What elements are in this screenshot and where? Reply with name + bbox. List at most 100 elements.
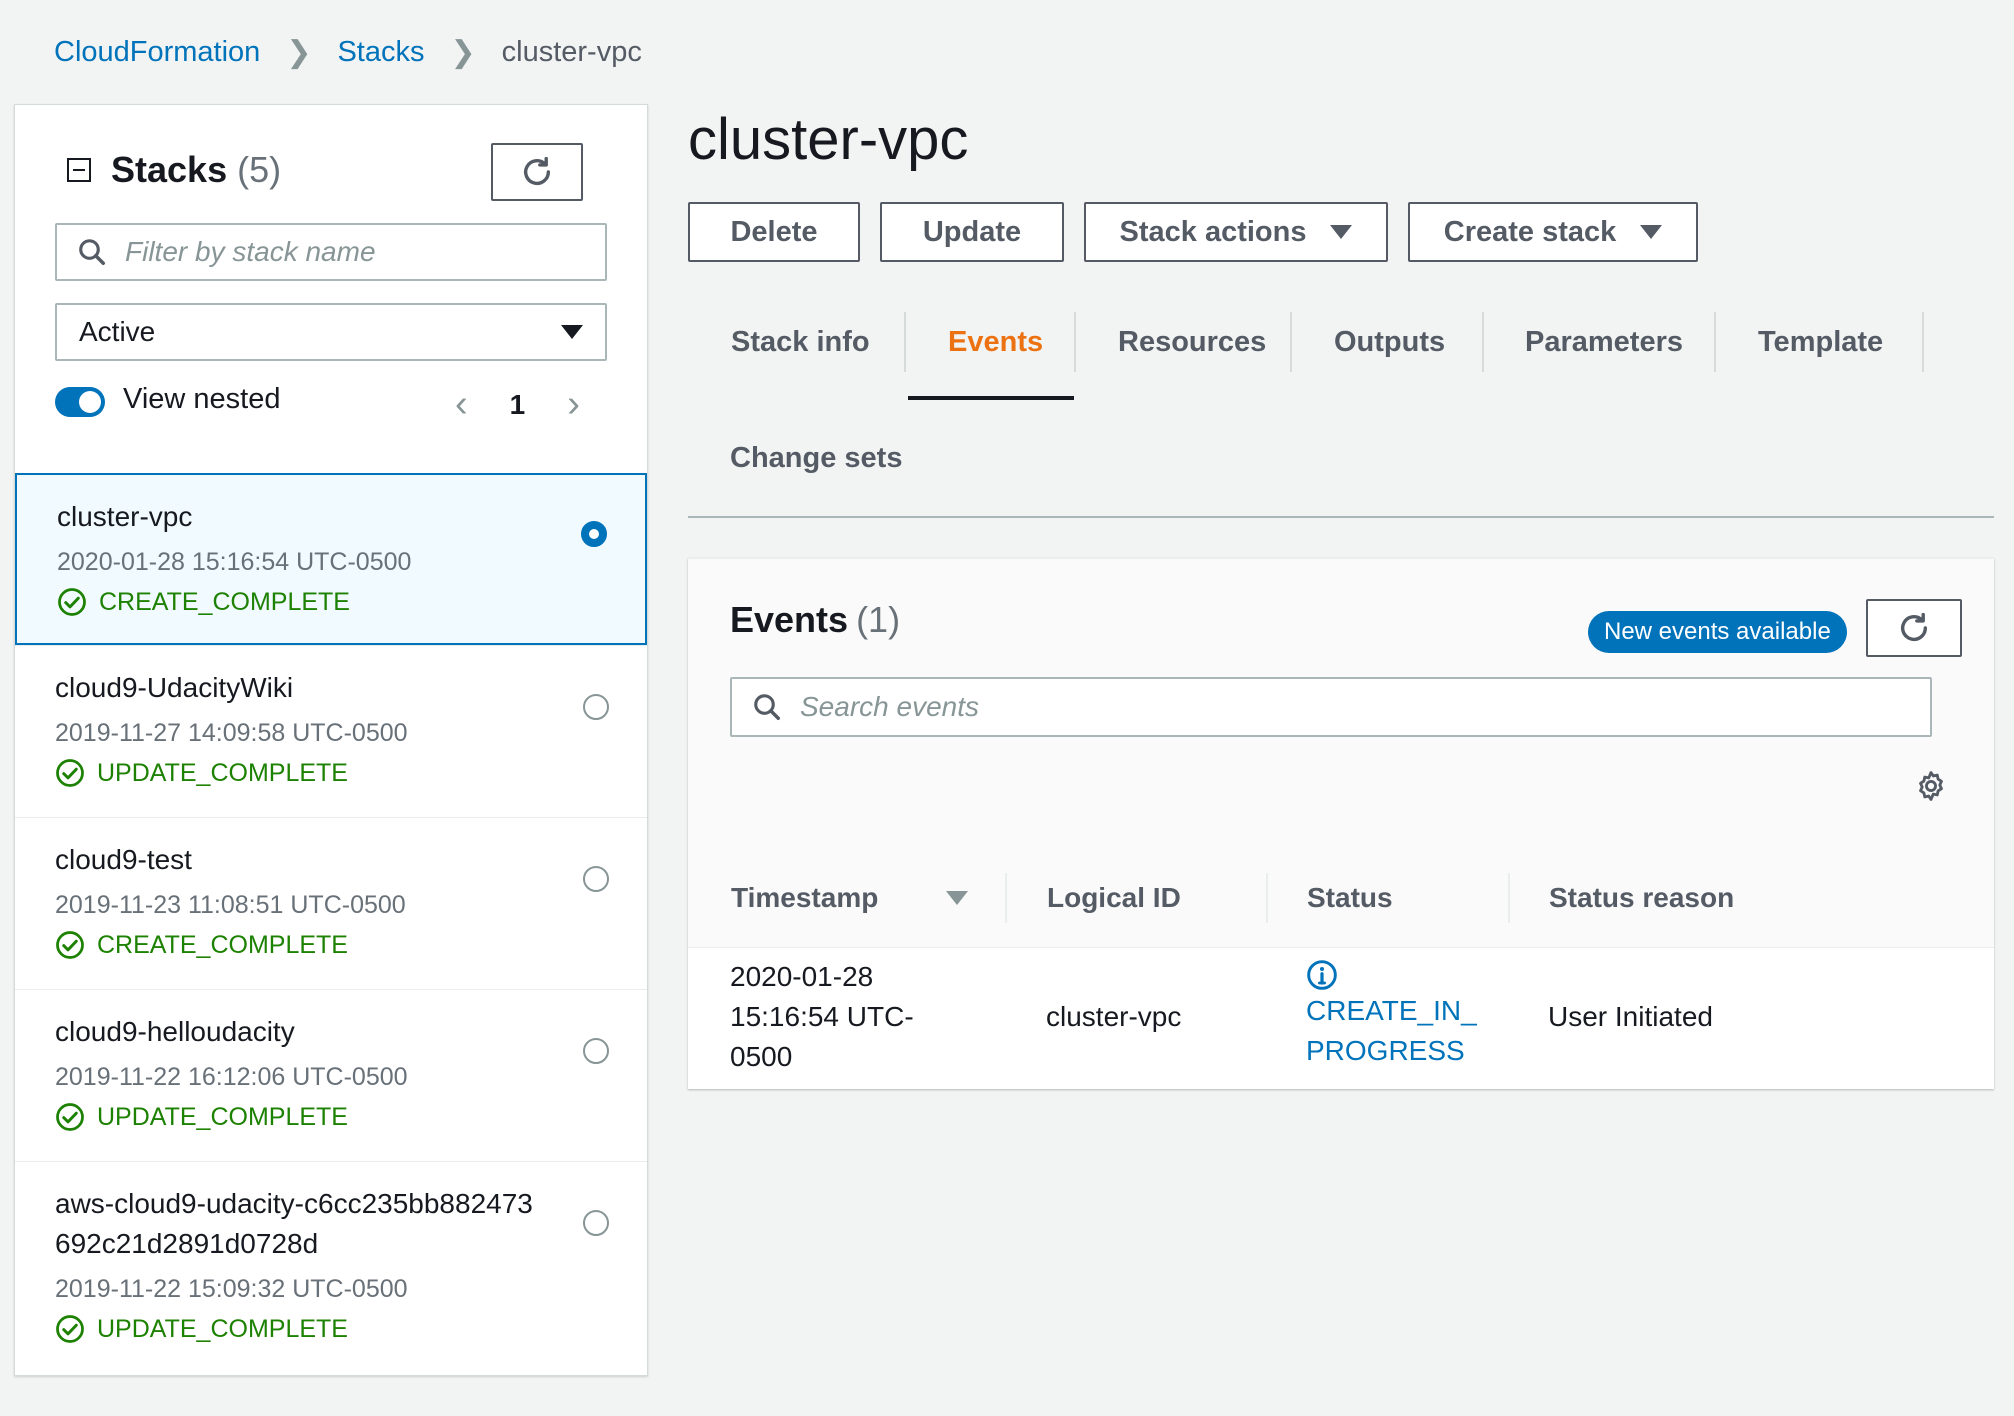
breadcrumb-cloudformation-link[interactable]: CloudFormation [54, 36, 260, 69]
collapse-icon[interactable] [67, 158, 91, 182]
stack-name-line: aws-cloud9-udacity-c6cc235bb882473 [55, 1188, 533, 1219]
stack-name: aws-cloud9-udacity-c6cc235bb882473 692c2… [55, 1184, 607, 1264]
check-circle-icon [58, 588, 86, 616]
chevron-right-icon: ❯ [450, 35, 476, 69]
stack-status-text: CREATE_COMPLETE [99, 587, 350, 616]
breadcrumb: CloudFormation ❯ Stacks ❯ cluster-vpc [54, 30, 642, 74]
timestamp-line: 2020-01-28 [730, 961, 874, 992]
status-line: PROGRESS [1306, 1035, 1465, 1066]
new-events-badge[interactable]: New events available [1588, 611, 1847, 653]
tab-template[interactable]: Template [1758, 312, 1883, 372]
active-tab-indicator [908, 396, 1074, 400]
column-header-status-reason[interactable]: Status reason [1549, 849, 1734, 947]
view-nested-toggle[interactable] [55, 387, 105, 417]
stack-date: 2019-11-27 14:09:58 UTC-0500 [55, 719, 408, 747]
events-title: Events (1) [730, 599, 900, 641]
create-stack-button[interactable]: Create stack [1408, 202, 1698, 262]
column-divider [1508, 873, 1510, 923]
check-circle-icon [56, 931, 84, 959]
stack-radio[interactable] [581, 521, 607, 547]
tab-outputs[interactable]: Outputs [1334, 312, 1445, 372]
stack-radio[interactable] [583, 694, 609, 720]
stack-name-line: 692c21d2891d0728d [55, 1228, 319, 1259]
tab-divider [1290, 312, 1292, 372]
page-number[interactable]: 1 [510, 389, 526, 421]
tab-divider [1074, 312, 1076, 372]
tab-resources[interactable]: Resources [1118, 312, 1266, 372]
tab-stack-info[interactable]: Stack info [731, 312, 870, 372]
create-stack-label: Create stack [1443, 215, 1617, 248]
stack-actions-label: Stack actions [1119, 215, 1307, 248]
sidebar-title: Stacks [111, 149, 228, 190]
column-header-status[interactable]: Status [1307, 849, 1393, 947]
search-icon [754, 694, 780, 720]
stack-date: 2019-11-22 15:09:32 UTC-0500 [55, 1275, 408, 1303]
breadcrumb-stacks-link[interactable]: Stacks [337, 36, 424, 69]
sidebar-header: Stacks (5) [67, 149, 281, 191]
events-search-field[interactable] [798, 690, 1761, 724]
event-logical-id: cluster-vpc [1046, 1001, 1182, 1032]
events-panel: Events(1) New events available Timestamp… [688, 558, 1994, 1089]
tab-events[interactable]: Events [948, 312, 1043, 372]
caret-down-icon [561, 325, 583, 339]
tab-change-sets[interactable]: Change sets [730, 428, 902, 488]
stack-list-item[interactable]: cluster-vpc 2020-01-28 15:16:54 UTC-0500… [15, 473, 647, 645]
tab-divider [1714, 312, 1716, 372]
stack-list-item[interactable]: cloud9-helloudacity 2019-11-22 16:12:06 … [15, 989, 647, 1161]
events-count: (1) [856, 599, 901, 640]
column-divider [1266, 873, 1268, 923]
stack-radio[interactable] [583, 1038, 609, 1064]
check-circle-icon [56, 1103, 84, 1131]
update-button[interactable]: Update [880, 202, 1064, 262]
check-circle-icon [56, 759, 84, 787]
stacks-sidebar: Stacks (5) Active View nested ‹ 1 › clus… [14, 104, 648, 1376]
stack-status-text: UPDATE_COMPLETE [97, 1314, 348, 1343]
stack-radio[interactable] [583, 1210, 609, 1236]
tab-divider [1922, 312, 1924, 372]
timestamp-line: 0500 [730, 1041, 793, 1072]
tabs-divider [688, 516, 1994, 518]
sort-descending-icon[interactable] [946, 891, 968, 905]
chevron-right-icon[interactable]: › [567, 383, 580, 426]
stack-list-item[interactable]: cloud9-UdacityWiki 2019-11-27 14:09:58 U… [15, 645, 647, 817]
column-header-label: Timestamp [731, 882, 879, 913]
status-filter-value: Active [79, 316, 156, 347]
tab-divider [1482, 312, 1484, 372]
update-button-label: Update [922, 215, 1022, 248]
stack-date: 2019-11-22 16:12:06 UTC-0500 [55, 1063, 408, 1091]
stack-name: cluster-vpc [57, 501, 193, 532]
pagination: ‹ 1 › [455, 383, 580, 426]
stack-radio[interactable] [583, 866, 609, 892]
stack-actions-button[interactable]: Stack actions [1084, 202, 1388, 262]
info-icon [1307, 960, 1337, 990]
stack-filter-field[interactable] [123, 235, 566, 269]
chevron-left-icon[interactable]: ‹ [455, 383, 468, 426]
event-timestamp: 2020-01-28 15:16:54 UTC- 0500 [730, 957, 914, 1077]
stack-date: 2019-11-23 11:08:51 UTC-0500 [55, 891, 406, 919]
column-header-logical-id[interactable]: Logical ID [1047, 849, 1181, 947]
check-circle-icon [56, 1315, 84, 1343]
stack-list-item[interactable]: aws-cloud9-udacity-c6cc235bb882473 692c2… [15, 1161, 647, 1371]
search-icon [79, 239, 105, 265]
view-nested-label: View nested [123, 383, 281, 415]
timestamp-line: 15:16:54 UTC- [730, 1001, 914, 1032]
chevron-right-icon: ❯ [286, 35, 312, 69]
events-table-header: Timestamp Logical ID Status Status reaso… [688, 849, 1994, 948]
status-filter-select[interactable]: Active [55, 303, 607, 361]
breadcrumb-current: cluster-vpc [501, 35, 642, 68]
events-title-text: Events [730, 599, 849, 640]
events-search-input[interactable] [730, 677, 1932, 737]
stack-list-item[interactable]: cloud9-test 2019-11-23 11:08:51 UTC-0500… [15, 817, 647, 989]
tab-parameters[interactable]: Parameters [1525, 312, 1683, 372]
refresh-icon [523, 156, 551, 185]
delete-button[interactable]: Delete [688, 202, 860, 262]
delete-button-label: Delete [730, 215, 818, 248]
sidebar-refresh-button[interactable] [491, 143, 583, 201]
events-refresh-button[interactable] [1866, 599, 1962, 657]
stack-filter-input[interactable] [55, 223, 607, 281]
gear-icon[interactable] [1914, 769, 1948, 803]
stack-name: cloud9-helloudacity [55, 1016, 295, 1047]
column-header-timestamp[interactable]: Timestamp [731, 849, 878, 947]
tab-divider [904, 312, 906, 372]
page-title: cluster-vpc [688, 107, 969, 172]
